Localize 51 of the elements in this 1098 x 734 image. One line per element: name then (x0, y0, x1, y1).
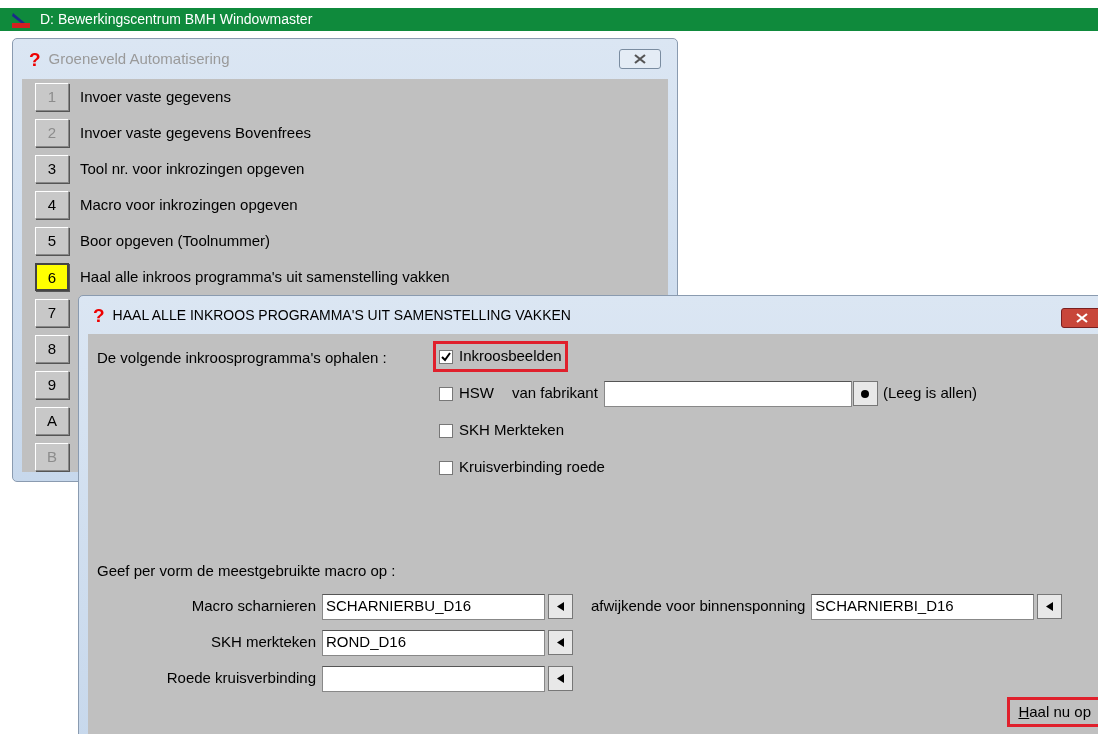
close-icon (1076, 313, 1088, 323)
left-arrow-icon (1046, 602, 1054, 611)
menu-item-label[interactable]: Boor opgeven (Toolnummer) (80, 229, 271, 253)
menu-key-button[interactable]: 6 (35, 263, 69, 291)
field-label: Roede kruisverbinding (165, 668, 317, 689)
menu-key-button[interactable]: 5 (35, 227, 69, 255)
window-title: D: Bewerkingscentrum BMH Windowmaster (40, 10, 313, 29)
dropdown-button[interactable] (548, 594, 573, 619)
intro-label: De volgende inkroosprogramma's ophalen : (97, 348, 388, 368)
option-checkbox[interactable]: Kruisverbinding roede (433, 452, 611, 483)
left-arrow-icon (557, 638, 564, 647)
field-label: Macro scharnieren (190, 596, 317, 617)
help-icon: ? (93, 305, 105, 325)
close-button[interactable] (619, 49, 661, 69)
macro-field[interactable]: SCHARNIERBI_D16 (811, 593, 1035, 620)
menu-key-button[interactable]: 3 (35, 155, 69, 183)
left-arrow-icon (557, 602, 564, 611)
close-icon (634, 54, 646, 64)
dropdown-button[interactable] (548, 666, 573, 691)
window-title: Groeneveld Automatisering (48, 48, 230, 69)
option-checkbox[interactable]: Inkroosbeelden (433, 341, 568, 372)
field-label: SKH merkteken (209, 632, 317, 653)
menu-key-button[interactable]: 7 (35, 299, 69, 327)
check-icon (441, 351, 451, 362)
menu-item-label[interactable]: Tool nr. voor inkrozingen opgeven (80, 157, 305, 181)
section-heading: Geef per vorm de meestgebruikte macro op : (97, 561, 397, 581)
hint-label: (Leeg is allen) (882, 383, 978, 404)
menu-key-button[interactable]: 4 (35, 191, 69, 219)
field-label: afwijkende voor binnensponning (591, 596, 806, 617)
menu-item-label[interactable]: Haal alle inkroos programma's uit samenstelling vakken (80, 265, 450, 289)
dialog-title: HAAL ALLE INKROOS PROGRAMMA'S UIT SAMENSTELLING VAKKEN (112, 305, 571, 325)
lookup-button[interactable] (852, 381, 878, 406)
dropdown-button[interactable] (1037, 594, 1063, 619)
macro-field[interactable]: ROND_D16 (322, 629, 545, 656)
macro-field[interactable] (322, 665, 545, 692)
close-button[interactable] (1061, 308, 1098, 328)
menu-key-button[interactable]: 9 (35, 371, 69, 399)
macro-field[interactable]: SCHARNIERBU_D16 (322, 593, 545, 620)
option-checkbox[interactable]: SKH Merkteken (433, 415, 571, 446)
dot-icon (861, 389, 870, 398)
manufacturer-field[interactable] (603, 380, 852, 407)
dropdown-button[interactable] (548, 630, 573, 655)
field-label: van fabrikant (512, 383, 598, 404)
help-icon: ? (29, 49, 41, 69)
app-icon (10, 10, 32, 29)
menu-key-button[interactable]: A (35, 407, 69, 435)
menu-key-button[interactable]: 8 (35, 335, 69, 363)
left-arrow-icon (557, 674, 564, 683)
menu-item-label[interactable]: Macro voor inkrozingen opgeven (80, 193, 298, 217)
option-checkbox[interactable]: HSW (433, 378, 500, 409)
fetch-button[interactable]: Haal nu op (1007, 696, 1098, 727)
